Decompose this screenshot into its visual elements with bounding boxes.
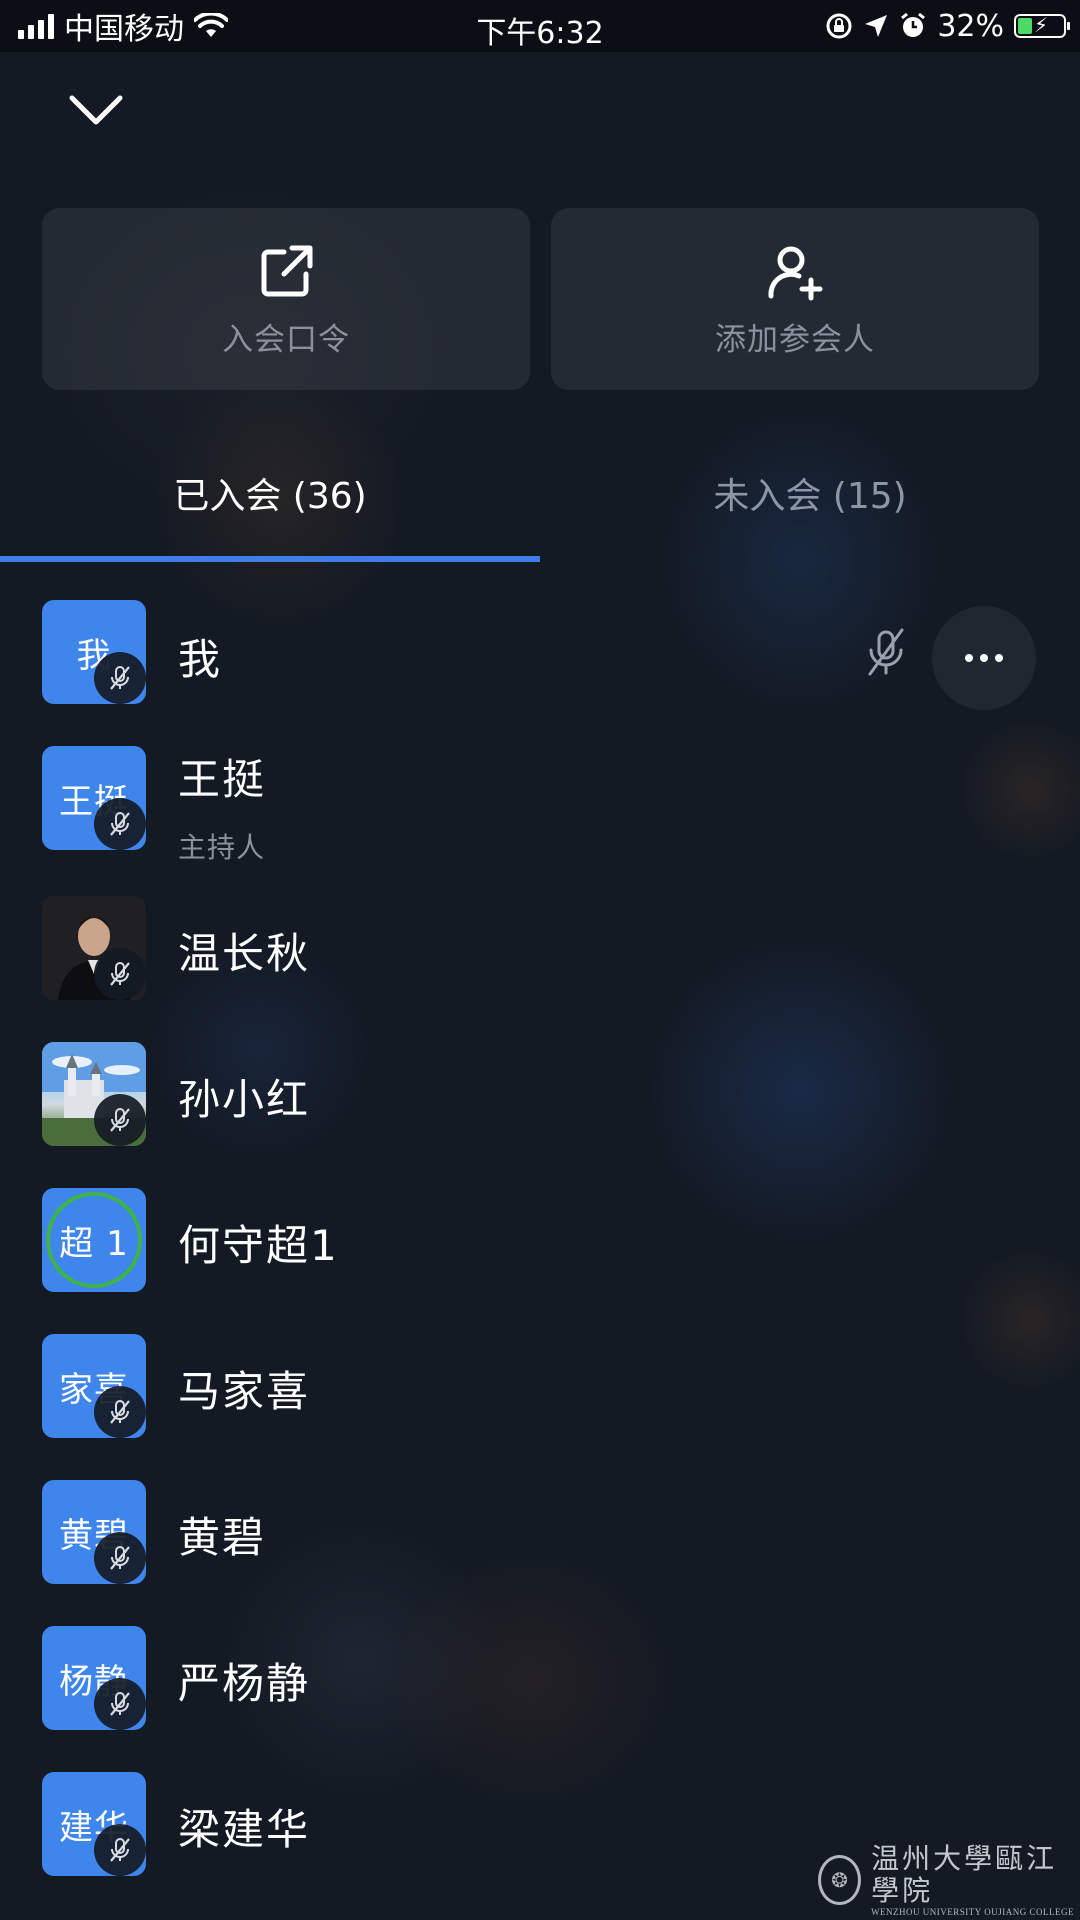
muted-mic-icon [94, 652, 146, 704]
battery-icon: ⚡ [1014, 13, 1070, 38]
tab-joined[interactable]: 已入会 (36) [0, 450, 540, 560]
participant-tabs: 已入会 (36) 未入会 (15) [0, 450, 1080, 562]
add-participant-label: 添加参会人 [715, 322, 875, 358]
share-external-icon [261, 245, 313, 297]
more-dots-icon [965, 654, 1003, 662]
college-seal-icon: ❂ [818, 1855, 862, 1905]
chevron-down-icon[interactable] [66, 88, 126, 132]
mute-toggle-icon[interactable] [858, 624, 914, 680]
participant-name: 孙小红 [178, 1075, 311, 1124]
passcode-label: 入会口令 [222, 322, 350, 358]
participant-row-speaking[interactable]: 超 1 何守超1 [0, 1188, 1080, 1308]
muted-mic-icon [94, 1678, 146, 1730]
muted-mic-icon [94, 1532, 146, 1584]
speaking-indicator [46, 1192, 142, 1288]
orientation-lock-icon [826, 13, 852, 39]
participant-row-me[interactable]: 我 我 [0, 600, 1080, 720]
participant-row[interactable]: 家喜 马家喜 [0, 1334, 1080, 1454]
alarm-icon [901, 12, 926, 37]
participant-name: 马家喜 [178, 1367, 311, 1416]
participant-row[interactable]: 孙小红 [0, 1042, 1080, 1162]
meeting-passcode-button[interactable]: 入会口令 [42, 208, 530, 390]
watermark-text: 温州大學甌江學院 WENZHOU UNIVERSITY OUJIANG COLL… [871, 1842, 1080, 1918]
participant-row[interactable]: 黄碧 黄碧 [0, 1480, 1080, 1600]
status-bar: 中国移动 下午6:32 32% ⚡ [0, 0, 1080, 52]
add-user-icon [768, 246, 823, 301]
participant-name: 梁建华 [178, 1805, 311, 1854]
participants-panel: 入会口令 添加参会人 已入会 (36) 未入会 (15) 我 我 王挺 王挺 主… [0, 0, 1080, 1920]
participant-row[interactable]: 杨静 严杨静 [0, 1626, 1080, 1746]
participant-row[interactable]: 王挺 王挺 主持人 [0, 746, 1080, 866]
college-watermark: ❂ 温州大學甌江學院 WENZHOU UNIVERSITY OUJIANG CO… [818, 1843, 1080, 1917]
participant-name: 严杨静 [178, 1659, 311, 1708]
battery-percent: 32% [937, 8, 1004, 44]
location-icon [865, 15, 888, 37]
watermark-english: WENZHOU UNIVERSITY OUJIANG COLLEGE [871, 1907, 1074, 1917]
tab-not-joined[interactable]: 未入会 (15) [540, 450, 1080, 560]
host-role-label: 主持人 [178, 831, 266, 864]
add-participant-button[interactable]: 添加参会人 [551, 208, 1039, 390]
muted-mic-icon [94, 798, 146, 850]
muted-mic-icon [94, 948, 146, 1000]
participant-name: 黄碧 [178, 1513, 267, 1562]
participant-row[interactable]: 温长秋 [0, 896, 1080, 1016]
participant-name: 何守超1 [178, 1221, 339, 1270]
muted-mic-icon [94, 1094, 146, 1146]
active-tab-indicator [0, 556, 540, 562]
participant-name: 王挺 [178, 755, 267, 804]
status-right: 32% ⚡ [825, 0, 1070, 52]
muted-mic-icon [94, 1824, 146, 1876]
participant-name: 温长秋 [178, 929, 311, 978]
muted-mic-icon [94, 1386, 146, 1438]
participant-name: 我 [178, 635, 223, 684]
more-options-button[interactable] [932, 606, 1036, 710]
watermark-chinese: 温州大學甌江學院 [871, 1842, 1058, 1907]
